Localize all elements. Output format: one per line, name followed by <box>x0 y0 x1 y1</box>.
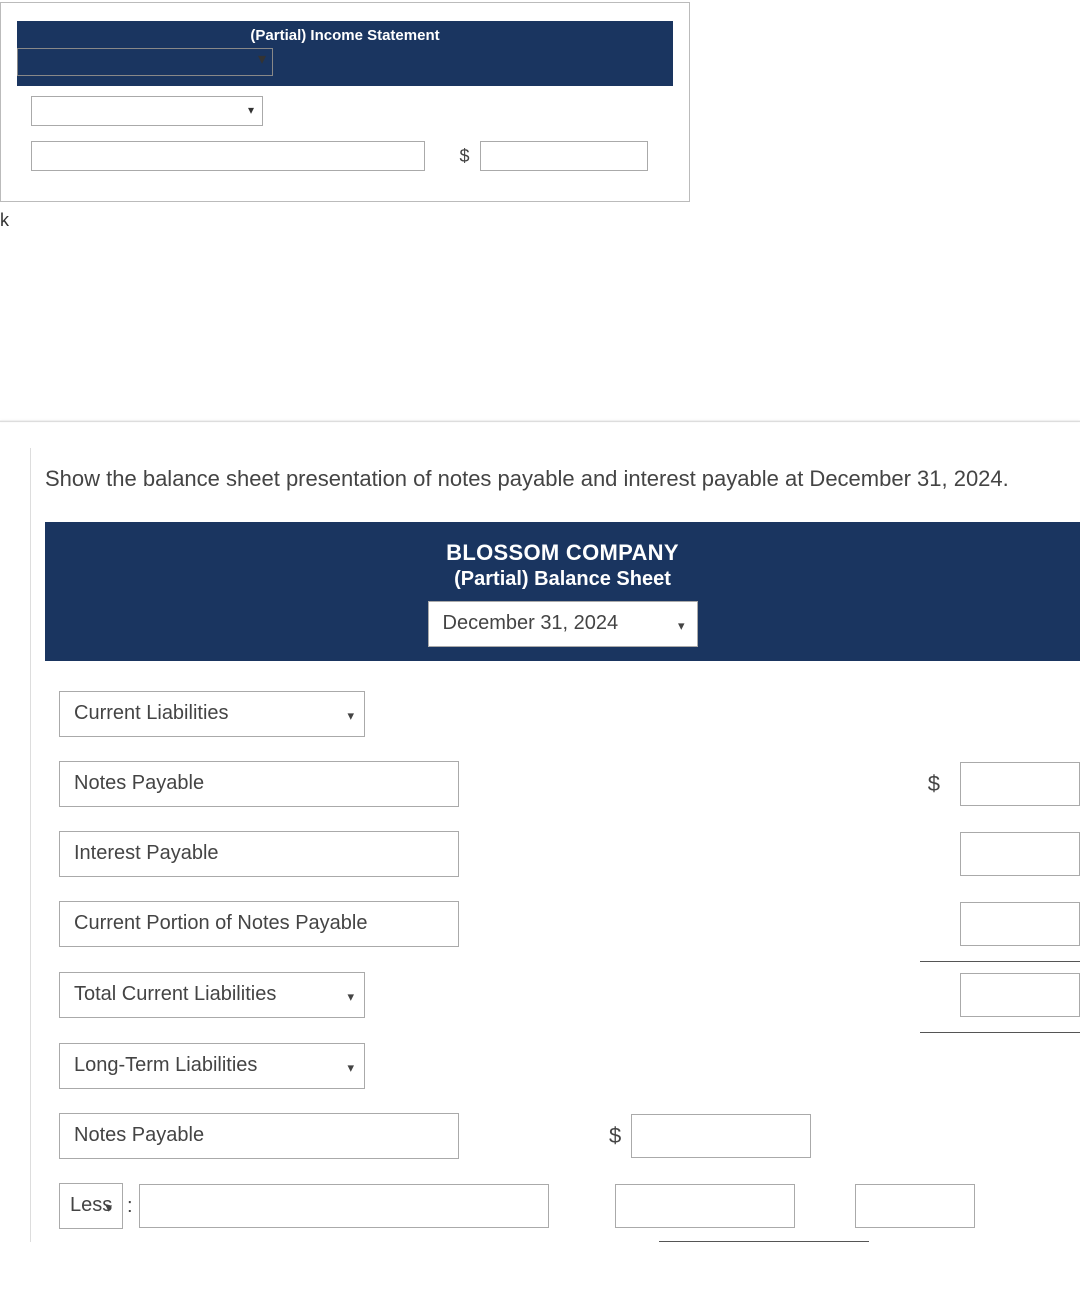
section-divider <box>0 421 1080 422</box>
chevron-down-icon: ▾ <box>258 49 272 69</box>
balance-sheet-date-select[interactable]: December 31, 2024 ▾ <box>428 601 698 647</box>
less-description-input[interactable] <box>139 1184 549 1228</box>
section-select-total-current-liabilities[interactable]: Total Current Liabilities ▾ <box>59 972 365 1018</box>
item-value-input[interactable] <box>631 1114 811 1158</box>
item-input-current-portion-notes-payable[interactable]: Current Portion of Notes Payable <box>59 901 459 947</box>
chevron-down-icon: ▾ <box>678 618 685 634</box>
subtotal-rule <box>659 1241 869 1242</box>
item-value-input[interactable] <box>960 902 1080 946</box>
income-row-category-select[interactable]: ▾ <box>31 96 263 126</box>
total-value-input[interactable] <box>960 973 1080 1017</box>
income-row-label-input[interactable] <box>31 141 425 171</box>
item-label: Notes Payable <box>74 772 204 794</box>
income-row-value-input[interactable] <box>480 141 648 171</box>
income-statement-header: (Partial) Income Statement ▾ <box>17 21 673 86</box>
section-select-value: Long-Term Liabilities <box>74 1054 257 1076</box>
colon-label: : <box>127 1195 133 1218</box>
side-label: k <box>0 210 1080 231</box>
balance-sheet-subtitle: (Partial) Balance Sheet <box>45 568 1080 591</box>
chevron-down-icon: ▾ <box>347 708 354 724</box>
chevron-down-icon: ▾ <box>347 1060 354 1076</box>
subtotal-rule <box>920 1032 1080 1033</box>
income-statement-panel: (Partial) Income Statement ▾ ▾ $ <box>0 2 690 202</box>
less-value-input-2[interactable] <box>855 1184 975 1228</box>
section-select-value: Current Liabilities <box>74 702 229 724</box>
balance-sheet-header: BLOSSOM COMPANY (Partial) Balance Sheet … <box>45 522 1080 661</box>
less-select[interactable]: Less ▾ <box>59 1183 123 1229</box>
item-input-interest-payable[interactable]: Interest Payable <box>59 831 459 877</box>
currency-symbol: $ <box>928 771 940 797</box>
chevron-down-icon: ▾ <box>248 103 254 117</box>
instruction-text: Show the balance sheet presentation of n… <box>45 466 1080 492</box>
subtotal-rule <box>920 961 1080 962</box>
company-name: BLOSSOM COMPANY <box>45 540 1080 566</box>
item-input-notes-payable[interactable]: Notes Payable <box>59 761 459 807</box>
currency-symbol: $ <box>609 1123 621 1149</box>
section-select-long-term-liabilities[interactable]: Long-Term Liabilities ▾ <box>59 1043 365 1089</box>
balance-sheet-section: Show the balance sheet presentation of n… <box>30 448 1080 1242</box>
balance-sheet-date-value: December 31, 2024 <box>443 612 619 634</box>
item-label: Current Portion of Notes Payable <box>74 912 368 934</box>
section-select-value: Total Current Liabilities <box>74 983 276 1005</box>
income-statement-title: (Partial) Income Statement <box>17 27 673 44</box>
item-input-lt-notes-payable[interactable]: Notes Payable <box>59 1113 459 1159</box>
less-value-input-1[interactable] <box>615 1184 795 1228</box>
currency-symbol: $ <box>459 146 469 167</box>
balance-sheet-body: Current Liabilities ▾ Notes Payable $ In… <box>45 661 1080 1242</box>
section-select-current-liabilities[interactable]: Current Liabilities ▾ <box>59 691 365 737</box>
income-period-select[interactable]: ▾ <box>17 48 273 76</box>
item-value-input[interactable] <box>960 832 1080 876</box>
item-label: Notes Payable <box>74 1124 204 1146</box>
chevron-down-icon: ▾ <box>105 1200 112 1216</box>
item-value-input[interactable] <box>960 762 1080 806</box>
item-label: Interest Payable <box>74 842 219 864</box>
chevron-down-icon: ▾ <box>347 989 354 1005</box>
